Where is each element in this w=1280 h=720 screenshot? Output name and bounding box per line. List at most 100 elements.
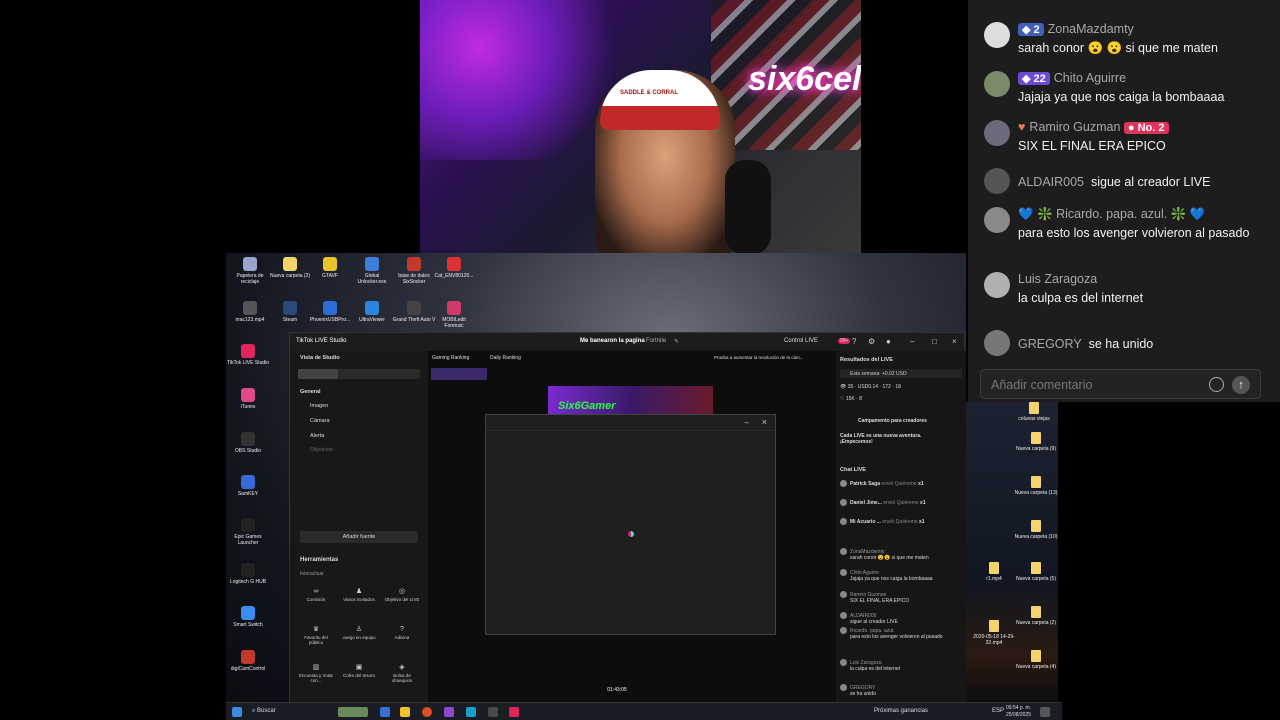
chat-username[interactable]: Ramiro Guzman	[1029, 120, 1120, 134]
scene-general[interactable]: General	[300, 389, 320, 395]
desktop-icon[interactable]: Grand Theft Auto V	[392, 301, 436, 323]
desktop-icon[interactable]: Nueva carpeta (13)	[1014, 476, 1058, 496]
avatar[interactable]	[984, 272, 1010, 298]
desktop-icon[interactable]: Global Unlocker.exe	[350, 257, 394, 285]
control-live-button[interactable]: Control LIVE	[784, 338, 818, 344]
camera-resolution-tip[interactable]: Prueba a aumentar la resolución de la cá…	[714, 355, 804, 360]
send-button[interactable]: ↑	[1232, 376, 1250, 394]
portrait-layout-button[interactable]	[298, 369, 338, 379]
tool-button[interactable]: ♛ Favorito del público	[298, 626, 334, 646]
desktop-icon[interactable]: PhoenixUSBPro...	[308, 301, 352, 323]
source-alert[interactable]: Alerta	[310, 433, 324, 439]
edit-icon[interactable]: ✎	[674, 338, 679, 345]
avatar[interactable]	[984, 22, 1010, 48]
desktop-icon[interactable]: GTAVF	[308, 257, 352, 279]
desktop-icon[interactable]: colunas viejas	[1012, 402, 1056, 422]
desktop-icon[interactable]: Nueva carpeta (10)	[1014, 520, 1058, 540]
avatar[interactable]: ●	[886, 337, 891, 346]
app-icon-2[interactable]	[444, 707, 454, 717]
desktop-icon[interactable]: base de datos SixSocker	[392, 257, 436, 285]
desktop-icon[interactable]: Papelera de reciclaje	[228, 257, 272, 285]
chat-username[interactable]: ALDAIR005	[1018, 175, 1084, 189]
daily-ranking-tab[interactable]: Daily Ranking	[490, 355, 521, 361]
chrome-icon[interactable]	[422, 707, 432, 717]
tool-button[interactable]: ♙ Juego en equipo	[341, 626, 377, 640]
gift-user[interactable]: Daniel Jime...	[850, 500, 882, 506]
overlay-thumbnail[interactable]	[431, 368, 487, 380]
chat-username[interactable]: Luis Zaragoza	[1018, 272, 1097, 286]
desktop-icon[interactable]: Logitech G HUB	[226, 563, 270, 585]
language-indicator[interactable]: ESP	[992, 708, 1004, 714]
campaign-link[interactable]: Campamento para creadores	[858, 418, 927, 424]
studio-chat-user[interactable]: Ramiro Guzman	[850, 592, 886, 598]
app-icon-3[interactable]	[466, 707, 476, 717]
close-icon[interactable]: ×	[952, 337, 957, 346]
app-icon-1[interactable]	[380, 707, 390, 717]
tool-button[interactable]: ▣ Cofre del tesoro	[341, 664, 377, 678]
desktop-icon[interactable]: Nueva carpeta (2)	[1014, 606, 1058, 626]
desktop-icon[interactable]: Nueva carpeta (5)	[1014, 562, 1058, 582]
help-icon[interactable]: ?	[852, 337, 856, 346]
avatar[interactable]	[984, 120, 1010, 146]
desktop-icon[interactable]: Smart Switch	[226, 606, 270, 628]
comment-input[interactable]: Añadir comentario ↑	[980, 369, 1261, 399]
desktop-icon[interactable]: MOBILedit Forensic	[432, 301, 476, 329]
studio-chat-user[interactable]: Ricardo. papa. azul.	[850, 628, 894, 634]
tool-button[interactable]: ∞ Comisión	[298, 588, 334, 602]
chat-username[interactable]: ZonaMazdamty	[1048, 22, 1134, 36]
earnings-widget[interactable]: Próximas ganancias	[874, 708, 928, 714]
desktop-icon[interactable]: Steam	[268, 301, 312, 323]
studio-chat-user[interactable]: Luis Zaragoza	[850, 660, 882, 666]
desktop-icon[interactable]: Epic Games Launcher	[226, 518, 270, 546]
source-image[interactable]: Imagen	[310, 403, 328, 409]
desktop-icon[interactable]: UltraViewer	[350, 301, 394, 323]
clock-date[interactable]: 25/08/2025	[1006, 712, 1031, 718]
studio-chat-user[interactable]: ALDAIR005	[850, 613, 876, 619]
clock-time[interactable]: 09:54 p. m.	[1006, 705, 1031, 711]
desktop-icon[interactable]: r1.mp4	[972, 562, 1016, 582]
tool-button[interactable]: ♟ Varios invitados	[341, 588, 377, 602]
app-icon-4[interactable]	[488, 707, 498, 717]
tiktok-studio-taskbar-icon[interactable]	[509, 707, 519, 717]
desktop-icon[interactable]: Nueva carpeta (4)	[1014, 650, 1058, 670]
layout-toggle[interactable]	[298, 369, 420, 379]
chat-username[interactable]: 💙 ❇️ Ricardo. papa. azul. ❇️ 💙	[1018, 207, 1205, 221]
avatar[interactable]	[984, 330, 1010, 356]
chat-username[interactable]: GREGORY	[1018, 337, 1082, 351]
desktop-icon[interactable]: iTunes	[226, 388, 270, 410]
gift-user[interactable]: Patrick Saga	[850, 481, 880, 487]
studio-chat-user[interactable]: GREGORY	[850, 685, 875, 691]
avatar[interactable]	[984, 207, 1010, 233]
desktop-icon[interactable]: mac123.mp4	[228, 301, 272, 323]
tool-button[interactable]: ▥ Encuesta y Votar con...	[298, 664, 334, 684]
stream-title[interactable]: Me banearon la pagina	[580, 338, 645, 344]
notification-icon[interactable]	[1040, 707, 1050, 717]
desktop-icon[interactable]: OBS Studio	[226, 432, 270, 454]
source-camera[interactable]: Cámara	[310, 418, 330, 424]
widgets-icon[interactable]	[338, 707, 368, 717]
desktop-icon[interactable]: SamKEY	[226, 475, 270, 497]
desktop-icon[interactable]: digiCamControl	[226, 650, 270, 672]
stream-category[interactable]: Fortnite	[646, 338, 666, 344]
avatar[interactable]	[984, 168, 1010, 194]
gift-user[interactable]: Mi Acuario ...	[850, 519, 881, 525]
windows-start-icon[interactable]	[232, 707, 242, 717]
gear-icon[interactable]: ⚙	[868, 337, 875, 346]
gaming-ranking-tab[interactable]: Gaming Ranking	[432, 355, 469, 361]
tool-button[interactable]: ◎ Objetivo del LIVE	[384, 588, 420, 602]
tool-button[interactable]: ◈ Bolsa de obsequios	[384, 664, 420, 684]
desktop-icon[interactable]: 2020-05-18 14-29-32.mp4	[972, 620, 1016, 646]
studio-chat-user[interactable]: Chito Aguirre	[850, 570, 879, 576]
source-objectives[interactable]: Objetivos	[310, 447, 333, 453]
minimize-icon[interactable]: –	[910, 337, 914, 346]
view-selector[interactable]: Vista de Studio	[300, 355, 340, 361]
file-explorer-icon[interactable]	[400, 707, 410, 717]
taskbar-search[interactable]: ⌕ Buscar	[252, 708, 276, 715]
add-source-button[interactable]: Añadir fuente	[300, 531, 418, 543]
chat-username[interactable]: Chito Aguirre	[1054, 71, 1126, 85]
dialog-minimize-icon[interactable]: –	[745, 418, 749, 427]
tool-button[interactable]: ? Adivina	[384, 626, 420, 640]
maximize-icon[interactable]: □	[932, 337, 937, 346]
dialog-close-icon[interactable]: ×	[762, 417, 767, 427]
emoji-icon[interactable]	[1209, 377, 1224, 392]
